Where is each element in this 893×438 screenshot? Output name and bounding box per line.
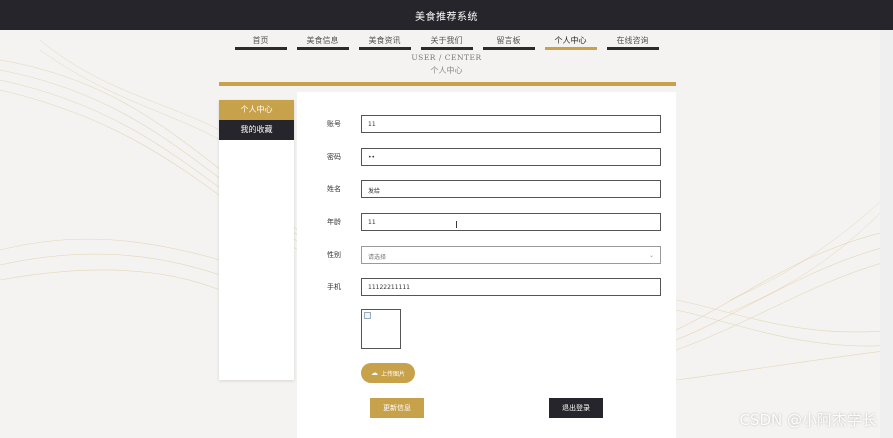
- breadcrumb-chinese: 个人中心: [430, 66, 463, 75]
- logout-button[interactable]: 退出登录: [549, 398, 603, 418]
- breadcrumb-english: USER / CENTER: [411, 53, 482, 62]
- age-input[interactable]: 11: [361, 213, 661, 231]
- main-nav: 首页 美食信息 美食资讯 关于我们 留言板 个人中心 在线咨询: [0, 30, 893, 52]
- form-row-account: 账号 11: [297, 115, 676, 133]
- nav-item-food-info[interactable]: 美食信息: [296, 30, 350, 52]
- nav-item-label: 在线咨询: [616, 36, 649, 45]
- sidebar-item-my-favorites[interactable]: 我的收藏: [219, 120, 294, 140]
- top-header-bar: 美食推荐系统: [0, 0, 893, 30]
- form-row-age: 年龄 11: [297, 213, 676, 231]
- nav-item-label: 美食资讯: [368, 36, 401, 45]
- section-divider: [219, 82, 676, 86]
- gender-select-placeholder: 请选择: [368, 254, 387, 261]
- nav-item-user-center[interactable]: 个人中心: [544, 30, 598, 52]
- form-row-name: 姓名 发给: [297, 180, 676, 198]
- nav-item-about-us[interactable]: 关于我们: [420, 30, 474, 52]
- avatar-image-preview: [361, 309, 401, 349]
- chevron-down-icon: ⌄: [648, 252, 654, 259]
- password-label: 密码: [327, 153, 341, 161]
- broken-image-icon: [364, 312, 371, 319]
- upload-image-label: 上传图片: [380, 370, 405, 378]
- nav-item-label: 个人中心: [554, 36, 587, 45]
- name-label: 姓名: [327, 185, 341, 193]
- account-input[interactable]: 11: [361, 115, 661, 133]
- user-sidebar: 个人中心 我的收藏: [219, 100, 294, 380]
- cloud-upload-icon: ☁: [370, 368, 378, 377]
- password-input[interactable]: ••: [361, 148, 661, 166]
- nav-item-home[interactable]: 首页: [234, 30, 288, 52]
- profile-form: 账号 11 密码 •• 姓名 发给 年龄 11 I 性别 请选择 ⌄ 手机 11…: [297, 92, 676, 438]
- account-label: 账号: [327, 120, 341, 128]
- nav-item-label: 美食信息: [306, 36, 339, 45]
- phone-input[interactable]: 11122211111: [361, 278, 661, 296]
- scrollbar-track[interactable]: [880, 30, 893, 438]
- watermark-text: CSDN @小阿杰学长: [739, 411, 877, 429]
- age-label: 年龄: [327, 218, 341, 226]
- upload-image-button[interactable]: ☁ 上传图片: [361, 363, 415, 383]
- gender-select[interactable]: 请选择 ⌄: [361, 246, 661, 264]
- name-input[interactable]: 发给: [361, 180, 661, 198]
- gender-label: 性别: [327, 251, 341, 259]
- update-info-button[interactable]: 更新信息: [370, 398, 424, 418]
- text-cursor-icon: I: [455, 220, 458, 231]
- nav-item-online-consult[interactable]: 在线咨询: [606, 30, 660, 52]
- nav-item-label: 首页: [252, 36, 269, 45]
- nav-item-label: 留言板: [496, 36, 521, 45]
- nav-item-label: 关于我们: [430, 36, 463, 45]
- form-row-password: 密码 ••: [297, 148, 676, 166]
- nav-item-message-board[interactable]: 留言板: [482, 30, 536, 52]
- form-row-phone: 手机 11122211111: [297, 278, 676, 296]
- phone-label: 手机: [327, 283, 341, 291]
- form-row-gender: 性别 请选择 ⌄: [297, 246, 676, 264]
- nav-item-food-news[interactable]: 美食资讯: [358, 30, 412, 52]
- sidebar-item-user-center[interactable]: 个人中心: [219, 100, 294, 120]
- app-title: 美食推荐系统: [415, 11, 478, 23]
